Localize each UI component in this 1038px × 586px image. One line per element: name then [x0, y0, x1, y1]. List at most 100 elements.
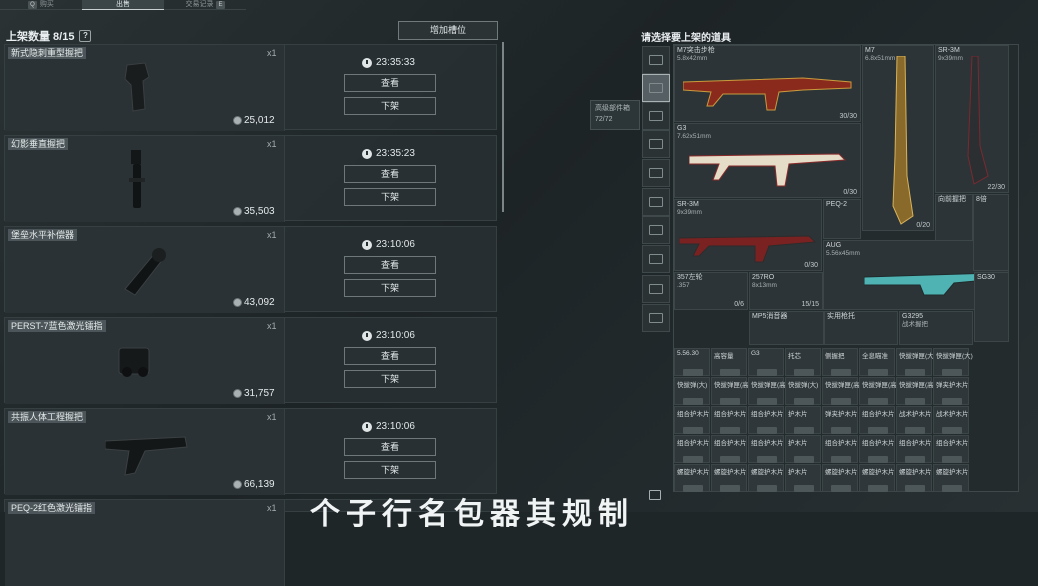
listing-time: 23:10:06 [376, 330, 415, 341]
inventory-weapon-cell[interactable]: 实用枪托 [824, 311, 898, 345]
inventory-small-cell[interactable]: 快拔弹匣(高) [822, 377, 862, 405]
inventory-small-cell[interactable]: 5.56.30 [674, 348, 710, 376]
tooltip-title: 高级部件箱 [595, 105, 630, 112]
inventory-small-cell[interactable]: 快拔弹匣(高) [896, 377, 936, 405]
delist-button[interactable]: 下架 [344, 279, 436, 297]
tab-sell[interactable]: 出售 [82, 0, 164, 10]
inventory-small-cell[interactable]: 护木片 [785, 464, 821, 492]
listing-card[interactable]: 幻影垂直握把 x1 35,503 23:35:23 查看 下架 [4, 135, 497, 222]
listing-image-area: 共振人体工程握把 x1 66,139 [5, 409, 285, 495]
listing-card[interactable]: 共振人体工程握把 x1 66,139 23:10:06 查看 下架 [4, 408, 497, 495]
category-button[interactable] [642, 245, 670, 273]
category-button[interactable] [642, 216, 670, 244]
inventory-weapon-cell[interactable]: G3295 战术握把 [899, 311, 973, 345]
category-button[interactable] [642, 102, 670, 130]
inventory-weapon-cell[interactable]: M7突击步枪 5.8x42mm 30/30 [674, 45, 861, 122]
inventory-small-cell[interactable]: 快拔弹匣(高) [711, 377, 751, 405]
tab-trade-history[interactable]: 交易记录 E [164, 0, 246, 10]
small-item-name: 螺旋护木片 [677, 469, 710, 476]
view-button[interactable]: 查看 [344, 165, 436, 183]
inventory-small-cell[interactable]: 快拔弹(大) [674, 377, 710, 405]
inventory-small-cell[interactable]: 组合护木片 [674, 435, 710, 463]
inventory-weapon-cell[interactable]: M7 6.8x51mm 0/20 [862, 45, 934, 231]
view-button[interactable]: 查看 [344, 438, 436, 456]
layers-icon[interactable] [649, 490, 661, 500]
help-icon[interactable]: ? [79, 30, 92, 42]
inventory-small-cell[interactable]: 战术护木片 [896, 406, 932, 434]
category-button[interactable] [642, 275, 670, 303]
inventory-small-cell[interactable]: 高容量 [711, 348, 747, 376]
inventory-small-cell[interactable]: 组合护木片 [748, 435, 784, 463]
category-button[interactable] [642, 74, 670, 102]
inventory-small-cell[interactable]: 螺旋护木片 [748, 464, 784, 492]
inventory-weapon-cell[interactable]: SG30 [974, 272, 1009, 342]
inventory-small-cell[interactable]: 护木片 [785, 406, 821, 434]
inventory-weapon-cell[interactable]: PEQ-2 [823, 199, 861, 239]
tab-buy[interactable]: Q 购买 [0, 0, 82, 10]
category-button[interactable] [642, 130, 670, 158]
inventory-small-cell[interactable]: 组合护木片 [674, 406, 710, 434]
inventory-small-cell[interactable]: 组合护木片 [822, 435, 858, 463]
inventory-small-cell[interactable]: 护木片 [785, 435, 821, 463]
listing-count-title: 上架数量 8/15 [6, 31, 75, 43]
view-button[interactable]: 查看 [344, 74, 436, 92]
clock-icon [362, 57, 372, 68]
inventory-small-cell[interactable]: 螺旋护木片 [896, 464, 932, 492]
category-button[interactable] [642, 188, 670, 216]
inventory-weapon-cell[interactable]: MP5消音器 [749, 311, 824, 345]
inventory-weapon-cell[interactable]: 257RO 8x13mm 15/15 [749, 272, 823, 310]
inventory-small-cell[interactable]: 组合护木片 [896, 435, 932, 463]
delist-button[interactable]: 下架 [344, 97, 436, 115]
listing-image-area: 新式隐刺重型握把 x1 25,012 [5, 45, 285, 131]
delist-button[interactable]: 下架 [344, 188, 436, 206]
inventory-small-cell[interactable]: 战术护木片 [933, 406, 969, 434]
inventory-weapon-cell[interactable]: G3 7.62x51mm 0/30 [674, 123, 861, 198]
listings-scrollbar[interactable] [502, 42, 504, 212]
inventory-small-cell[interactable]: 螺旋护木片 [933, 464, 969, 492]
inventory-small-cell[interactable]: 螺旋护木片 [822, 464, 858, 492]
inventory-small-cell[interactable]: 螺旋护木片 [674, 464, 710, 492]
inventory-small-cell[interactable]: 组合护木片 [933, 435, 969, 463]
delist-button[interactable]: 下架 [344, 370, 436, 388]
inventory-weapon-cell[interactable]: 357左轮 .357 0/6 [674, 272, 748, 310]
inventory-small-cell[interactable]: 弹夹护木片 [822, 406, 858, 434]
weapon-ammo-count: 30/30 [839, 113, 857, 120]
inventory-small-cell[interactable]: 螺旋护木片 [859, 464, 895, 492]
listing-card[interactable]: 新式隐刺重型握把 x1 25,012 23:35:33 查看 下架 [4, 44, 497, 131]
inventory-small-cell[interactable]: 托芯 [785, 348, 821, 376]
inventory-small-cell[interactable]: 组合护木片 [859, 406, 895, 434]
inventory-small-cell[interactable]: 组合护木片 [748, 406, 784, 434]
inventory-small-cell[interactable]: 组合护木片 [711, 406, 747, 434]
inventory-small-cell[interactable]: 全息瞄准 [859, 348, 895, 376]
inventory-small-cell[interactable]: 快拔弹匣(大) [896, 348, 936, 376]
delist-button[interactable]: 下架 [344, 461, 436, 479]
inventory-small-cell[interactable]: 组合护木片 [859, 435, 895, 463]
inventory-weapon-cell[interactable]: 8倍 [973, 194, 1009, 271]
inventory-small-cell[interactable]: 弹夹护木片 [933, 377, 969, 405]
category-button[interactable] [642, 304, 670, 332]
inventory-small-cell[interactable]: 螺旋护木片 [711, 464, 747, 492]
inventory-small-cell[interactable]: 组合护木片 [711, 435, 747, 463]
inventory-small-cell[interactable]: 快拔弹匣(高) [748, 377, 788, 405]
add-slot-button[interactable]: 增加槽位 [398, 21, 498, 40]
listing-qty: x1 [267, 139, 277, 149]
listing-qty: x1 [267, 412, 277, 422]
inventory-small-cell[interactable]: G3 [748, 348, 784, 376]
small-item-name: 组合护木片 [714, 411, 747, 418]
inventory-weapon-cell[interactable]: SR-3M 9x39mm 22/30 [935, 45, 1009, 193]
attachment-icon [831, 398, 851, 405]
listing-card[interactable]: 堡垒水平补偿器 x1 43,092 23:10:06 查看 下架 [4, 226, 497, 313]
inventory-small-cell[interactable]: 侧握把 [822, 348, 858, 376]
tooltip-count: 72/72 [595, 116, 613, 123]
view-button[interactable]: 查看 [344, 347, 436, 365]
category-column [640, 42, 671, 497]
inventory-small-cell[interactable]: 快拔弹匣(高) [859, 377, 899, 405]
inventory-small-cell[interactable]: 快拔弹匣(大) [933, 348, 973, 376]
inventory-weapon-cell[interactable]: SR-3M 9x39mm 0/30 [674, 199, 822, 271]
category-button[interactable] [642, 46, 670, 74]
listing-card[interactable]: PERST-7蓝色激光镭指 x1 31,757 23:10:06 查看 下架 [4, 317, 497, 404]
listing-timer: 23:10:06 [362, 330, 415, 341]
inventory-small-cell[interactable]: 快拔弹(大) [785, 377, 821, 405]
category-button[interactable] [642, 159, 670, 187]
view-button[interactable]: 查看 [344, 256, 436, 274]
